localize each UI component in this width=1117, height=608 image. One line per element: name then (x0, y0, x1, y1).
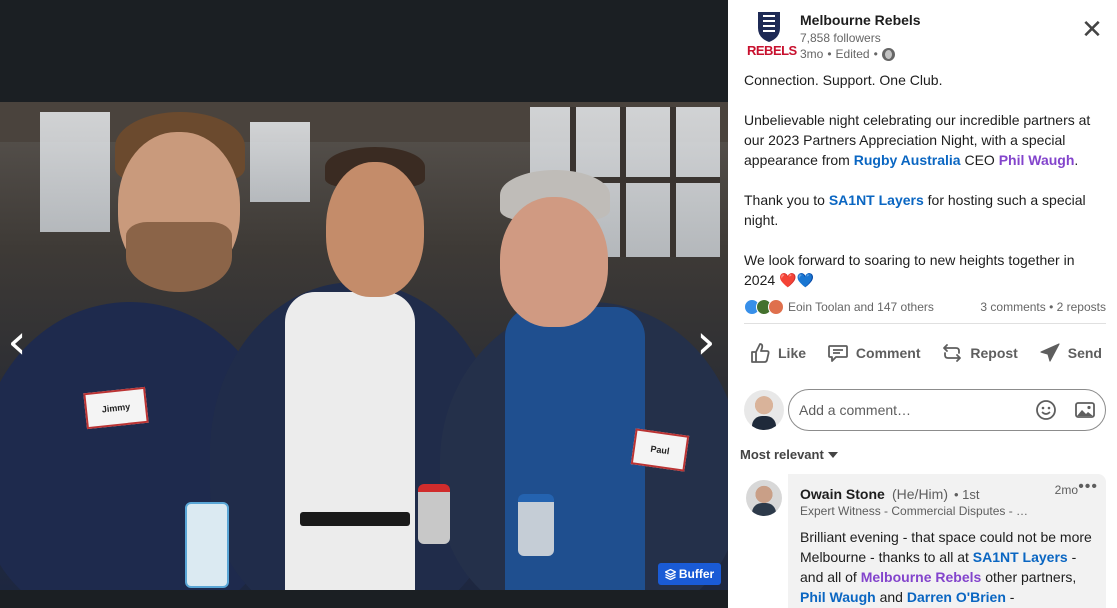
name-tag-right-text: Paul (649, 443, 671, 457)
post-text: Thank you to (744, 192, 829, 208)
next-photo-button[interactable]: › (692, 318, 720, 370)
comments-reposts-count[interactable]: 3 comments • 2 reposts (980, 300, 1106, 314)
comment-button[interactable]: Comment (822, 336, 925, 370)
post-age: 3mo (800, 47, 824, 61)
name-tag-left-text: Jimmy (101, 401, 131, 415)
more-options-icon[interactable]: ••• (1078, 478, 1098, 496)
post-body: Connection. Support. One Club. Unbelieva… (744, 70, 1104, 311)
paper-plane-icon (1040, 343, 1060, 362)
commenter-avatar[interactable] (746, 480, 782, 516)
send-button[interactable]: Send (1034, 336, 1106, 370)
comment-text-part: - (1005, 589, 1015, 605)
repost-button[interactable]: Repost (936, 336, 1021, 370)
person-left-beard (126, 222, 232, 292)
person-center-face (326, 162, 424, 297)
org-logo[interactable]: REBELS (746, 10, 797, 58)
meta-separator: • (827, 47, 832, 61)
person-right-face (500, 197, 608, 327)
buffer-label: Buffer (678, 567, 715, 581)
current-user-avatar[interactable] (744, 390, 784, 430)
comment-text: Brilliant evening - that space could not… (800, 527, 1096, 607)
repost-label: Repost (970, 345, 1018, 361)
person-center-shirt (285, 292, 415, 590)
post-paragraph: Thank you to SA1NT Layers for hosting su… (744, 190, 1104, 230)
mention-rugby-australia[interactable]: Rugby Australia (854, 152, 961, 168)
comment-input[interactable] (799, 402, 1019, 418)
comment-text-part: other partners, (981, 569, 1077, 585)
close-icon[interactable]: ✕ (1080, 16, 1104, 42)
drink-can (418, 484, 450, 544)
post-text: Connection. Support. One Club. (744, 72, 943, 88)
window (40, 112, 110, 232)
connection-degree: • 1st (954, 487, 980, 502)
drink-can (518, 494, 554, 556)
divider (744, 323, 1106, 324)
org-name[interactable]: Melbourne Rebels (800, 12, 921, 28)
window (250, 122, 310, 202)
belt (300, 512, 410, 526)
post-photo[interactable]: Jimmy Paul ‹ › (0, 102, 728, 590)
sort-label: Most relevant (740, 447, 824, 462)
comment-sort-dropdown[interactable]: Most relevant (740, 447, 838, 462)
globe-icon (881, 47, 895, 61)
commenter-headline: Expert Witness - Commercial Disputes - … (800, 504, 1029, 518)
like-label: Like (778, 345, 807, 361)
speech-bubble-icon (828, 345, 848, 362)
photo-viewer: Jimmy Paul ‹ › Buffer (0, 0, 728, 608)
buffer-badge[interactable]: Buffer (658, 563, 721, 585)
org-logo-wordmark: REBELS (747, 43, 797, 58)
reactors-summary[interactable]: Eoin Toolan and 147 others (788, 300, 934, 314)
post-meta: 3mo • Edited • (800, 47, 895, 61)
follower-count: 7,858 followers (800, 31, 881, 45)
mention-phil-waugh[interactable]: Phil Waugh (999, 152, 1075, 168)
post-paragraph: We look forward to soaring to new height… (744, 250, 1104, 291)
love-reaction-icon (768, 299, 784, 315)
edited-label: Edited (835, 47, 870, 61)
mention-saint-layers[interactable]: SA1NT Layers (829, 192, 924, 208)
mention-saint-layers[interactable]: SA1NT Layers (973, 549, 1068, 565)
name-tag-right: Paul (630, 428, 690, 472)
comment-text-part: and (875, 589, 907, 605)
name-tag-left: Jimmy (83, 386, 149, 430)
water-bottle (185, 502, 229, 588)
buffer-icon (664, 568, 676, 580)
comment-label: Comment (855, 345, 921, 361)
heart-emoji: ❤️💙 (779, 273, 814, 289)
mention-melbourne-rebels[interactable]: Melbourne Rebels (861, 569, 982, 585)
post-action-bar: Like Comment Repost Send (744, 336, 1106, 370)
comment-time: 2mo (1054, 483, 1078, 497)
like-button[interactable]: Like (744, 336, 810, 370)
image-icon[interactable] (1074, 399, 1096, 421)
post-text: CEO (960, 152, 999, 168)
post-paragraph: Connection. Support. One Club. (744, 70, 1104, 90)
repost-arrows-icon (943, 344, 962, 362)
reaction-icons[interactable] (744, 299, 784, 315)
post-detail-panel: REBELS Melbourne Rebels 7,858 followers … (728, 0, 1117, 608)
commenter-pronouns: (He/Him) (892, 486, 948, 502)
comment-composer[interactable] (788, 389, 1106, 431)
comment-item: Owain Stone (He/Him) • 1st 2mo ••• Exper… (788, 474, 1106, 608)
thumbs-up-icon (751, 343, 770, 363)
previous-photo-button[interactable]: ‹ (3, 318, 31, 370)
caret-down-icon (827, 451, 838, 458)
post-paragraph: Unbelievable night celebrating our incre… (744, 110, 1104, 170)
post-text: . (1074, 152, 1079, 168)
social-counts-bar: Eoin Toolan and 147 others 3 comments • … (744, 298, 1106, 316)
mention-phil-waugh[interactable]: Phil Waugh (800, 589, 876, 605)
send-label: Send (1067, 345, 1102, 361)
smiley-icon[interactable] (1035, 399, 1057, 421)
mention-darren-obrien[interactable]: Darren O'Brien (907, 589, 1006, 605)
commenter-name[interactable]: Owain Stone (800, 486, 885, 502)
meta-separator: • (873, 47, 878, 61)
